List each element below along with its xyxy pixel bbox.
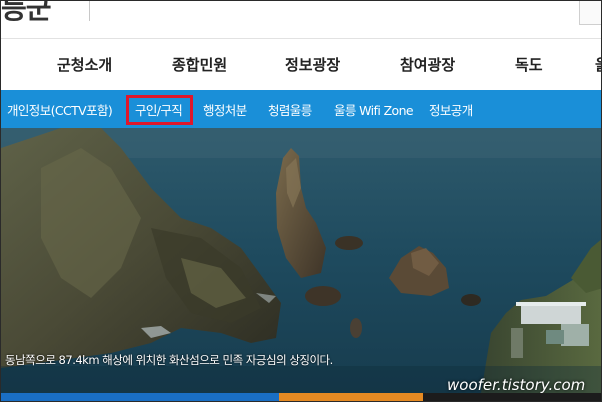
slide-indicator-bar (1, 393, 601, 401)
header-divider (89, 1, 90, 21)
main-navigation: 군청소개 종합민원 정보광장 참여광장 독도 울 (1, 40, 601, 90)
hero-caption: 동남쪽으로 87.4km 해상에 위치한 화산섬으로 민족 자긍심의 상징이다. (5, 353, 333, 367)
sub-navigation: 개인정보(CCTV포함) 구인/구직 행정처분 청렴울릉 울릉 Wifi Zon… (1, 90, 601, 128)
sub-nav-item-privacy[interactable]: 개인정보(CCTV포함) (7, 100, 113, 119)
hero-image: 동남쪽으로 87.4km 해상에 위치한 화산섬으로 민족 자긍심의 상징이다.… (1, 128, 601, 393)
main-nav-item-ulleung[interactable]: 울 (595, 54, 601, 75)
main-nav-item-about[interactable]: 군청소개 (57, 54, 112, 75)
sub-nav-item-info-disclosure[interactable]: 정보공개 (429, 100, 473, 119)
slide-indicator-3[interactable] (423, 393, 601, 401)
main-nav-item-civil[interactable]: 종합민원 (172, 54, 227, 75)
sub-nav-item-wifi-zone[interactable]: 울릉 Wifi Zone (334, 100, 414, 119)
site-logo[interactable]: 등군 (1, 1, 52, 27)
main-nav-item-info[interactable]: 정보광장 (285, 54, 340, 75)
watermark-text: woofer.tistory.com (447, 376, 586, 393)
slide-indicator-2[interactable] (279, 393, 423, 401)
main-nav-item-dokdo[interactable]: 독도 (515, 54, 543, 75)
browser-frame: 등군 군청소개 종합민원 정보광장 참여광장 독도 울 개인정보(CCTV포함)… (0, 0, 602, 402)
site-header: 등군 (1, 1, 601, 39)
main-nav-item-participation[interactable]: 참여광장 (400, 54, 455, 75)
header-search-box[interactable] (579, 1, 601, 25)
jobs-highlight-box (126, 95, 193, 125)
slide-indicator-1[interactable] (1, 393, 279, 401)
sub-nav-item-admin-disposition[interactable]: 행정처분 (203, 100, 247, 119)
sub-nav-item-integrity[interactable]: 청렴울릉 (268, 100, 312, 119)
